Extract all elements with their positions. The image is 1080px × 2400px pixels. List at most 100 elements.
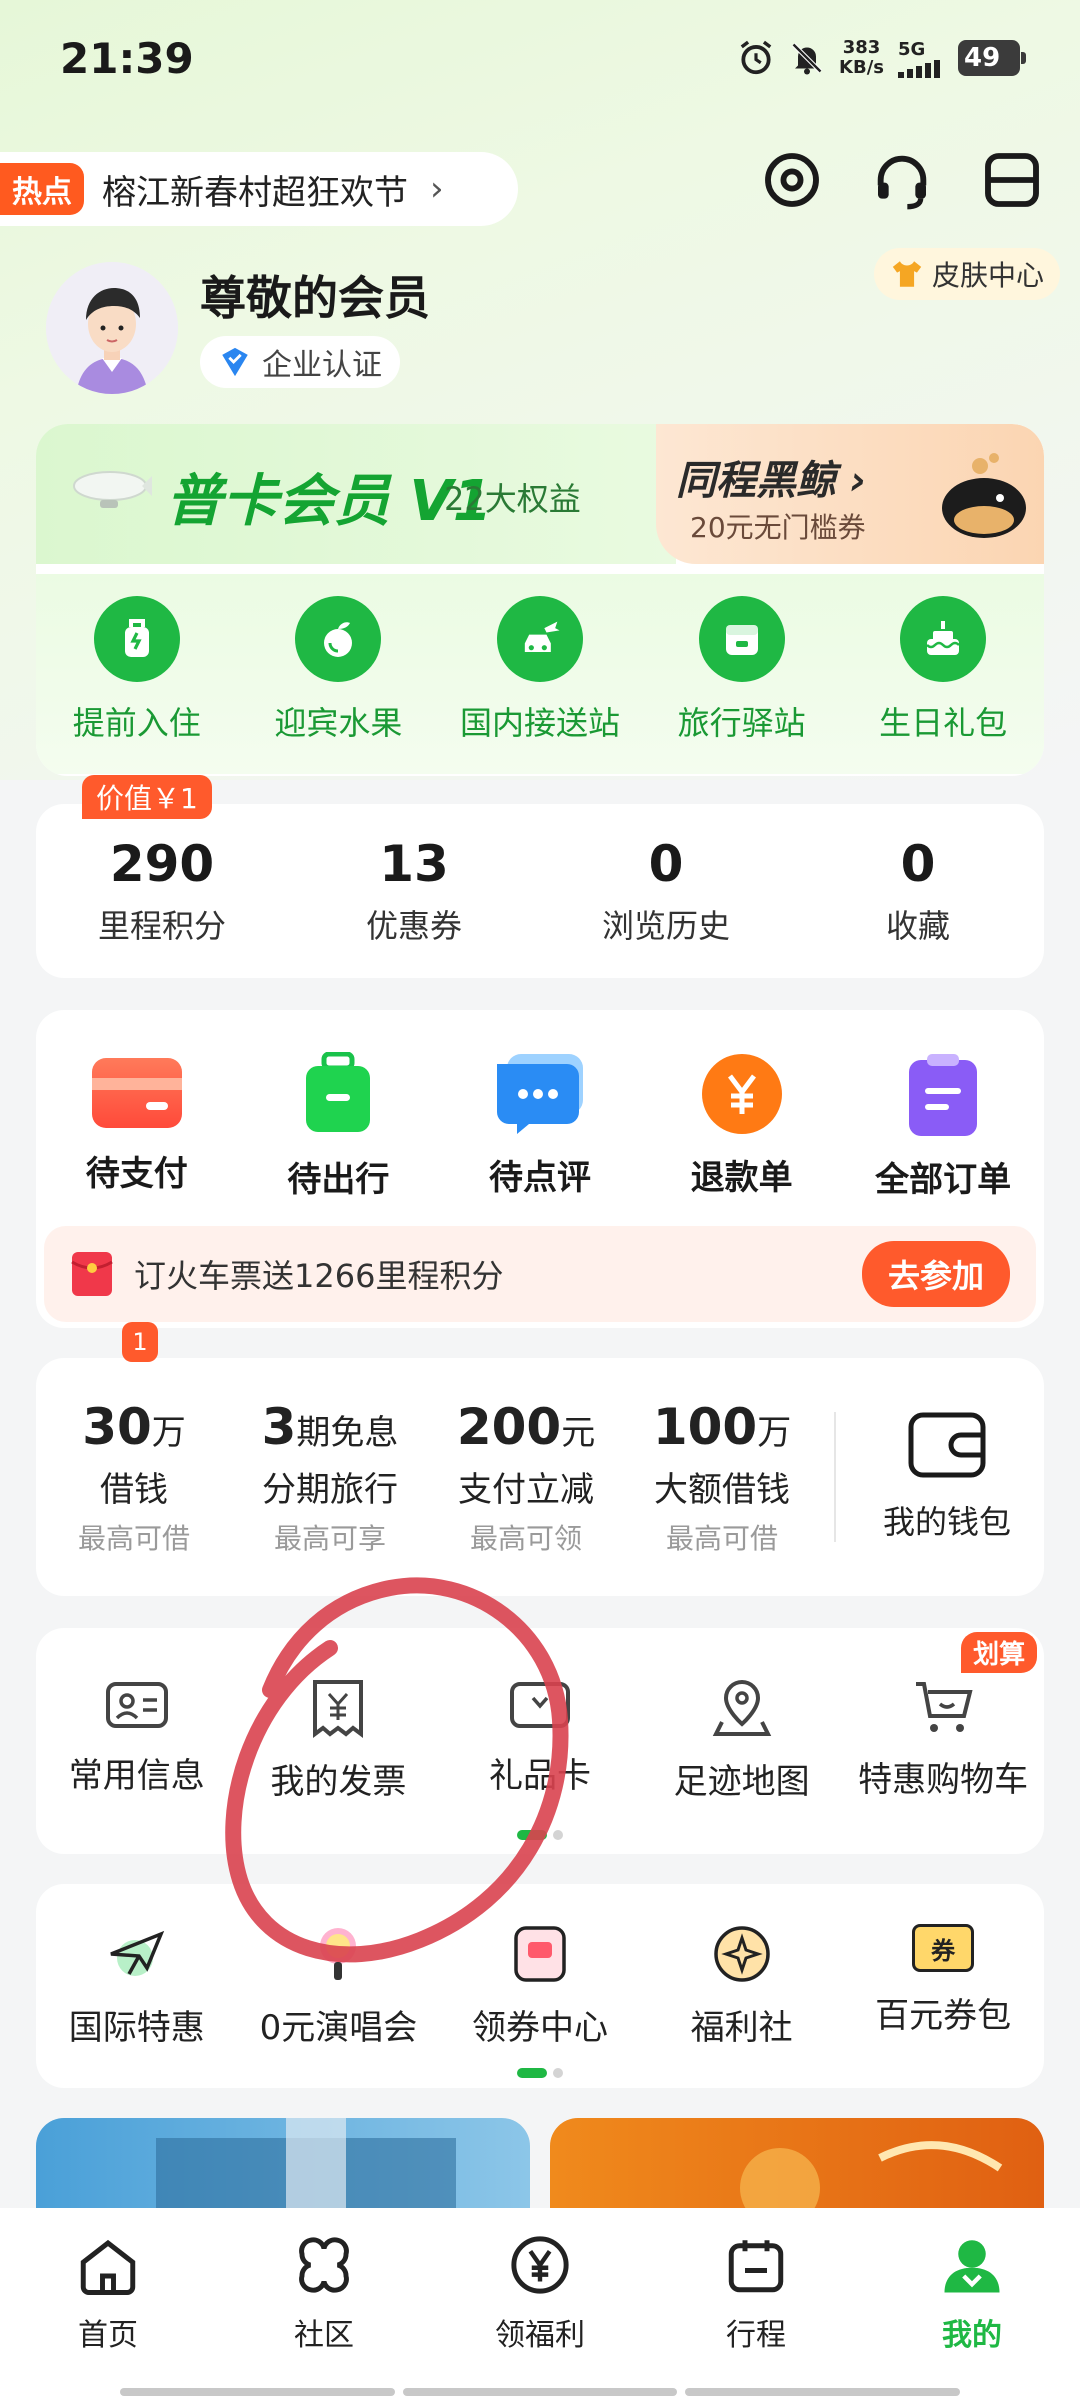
tab-benefits[interactable]: 领福利 (465, 2232, 615, 2400)
finance-large-loan[interactable]: 100万 大额借钱 最高可借 (624, 1398, 820, 1557)
tools-card: 常用信息 我的发票 礼品卡 足迹地图 划算 特惠购物车 (36, 1628, 1044, 1854)
refund-yuan-icon (701, 1054, 782, 1134)
vip-benefit-row: 提前入住 迎宾水果 国内接送站 旅行驿站 生日礼包 (36, 574, 1044, 774)
skin-center-label: 皮肤中心 (931, 259, 1044, 292)
luggage-icon (93, 596, 180, 682)
activity-coupon-pack[interactable]: 券 百元券包 (845, 1924, 1041, 2049)
stat-coupons[interactable]: 13 优惠券 (304, 835, 524, 947)
hot-text: 榕江新春村超狂欢节 (102, 172, 408, 213)
customer-service-icon[interactable] (870, 148, 934, 212)
tool-common-info[interactable]: 常用信息 (39, 1678, 235, 1803)
suitcase-icon (306, 1052, 371, 1132)
user-name: 尊敬的会员 (200, 271, 430, 325)
festival-image (740, 2141, 1003, 2218)
activity-coupon-center[interactable]: 领券中心 (442, 1924, 638, 2049)
orders-card: 待支付 待出行 待点评 退款单 全部订单 订火车票送1266里程积分 去参加 (36, 1010, 1044, 1328)
my-wallet[interactable]: 我的钱包 (850, 1411, 1044, 1543)
deal-badge: 划算 (961, 1632, 1038, 1673)
stat-history[interactable]: 0 浏览历史 (556, 835, 776, 947)
promo-text: 订火车票送1266里程积分 (134, 1257, 504, 1295)
calendar-icon (728, 2240, 784, 2293)
order-upcoming-trip[interactable]: 待出行 (243, 1052, 433, 1201)
tab-mine[interactable]: 我的 (897, 2232, 1047, 2400)
wallet-icon (908, 1412, 986, 1478)
stat-favorites[interactable]: 0 收藏 (808, 835, 1028, 947)
coupon-envelope-icon (514, 1926, 566, 1982)
invoice-icon (313, 1680, 364, 1738)
verified-icon (222, 347, 248, 377)
airship-icon (73, 471, 152, 508)
benefit-early-checkin[interactable]: 提前入住 (42, 596, 232, 774)
finance-card: 1 30万 借钱 最高可借 3期免息 分期旅行 最高可享 200元 支付立减 最… (36, 1321, 1044, 1596)
finance-borrow[interactable]: 1 30万 借钱 最高可借 (36, 1321, 232, 1557)
plane-icon (110, 1930, 164, 1976)
train-promo-banner[interactable]: 订火车票送1266里程积分 去参加 (44, 1226, 1036, 1322)
value-badge: 价值￥1 (82, 775, 212, 819)
scan-icon[interactable] (980, 148, 1044, 212)
chevron-right-icon: › (430, 169, 444, 209)
hot-badge: 热点 (0, 163, 84, 215)
avatar[interactable] (46, 262, 178, 394)
cert-label: 企业认证 (262, 348, 382, 383)
finance-installment[interactable]: 3期免息 分期旅行 最高可享 (232, 1398, 428, 1557)
order-refund[interactable]: 退款单 (647, 1052, 837, 1201)
clipboard-icon (909, 1054, 978, 1136)
status-icons: 383 KB/s 5G 49 (737, 37, 1026, 78)
tool-shopping-cart[interactable]: 划算 特惠购物车 (845, 1632, 1041, 1803)
star-coin-icon (713, 1926, 770, 1982)
page-indicator (36, 1830, 1044, 1840)
benefit-birthday-gift[interactable]: 生日礼包 (848, 596, 1038, 774)
tool-footprint-map[interactable]: 足迹地图 (644, 1678, 840, 1803)
activities-card: 国际特惠 0元演唱会 领券中心 福利社 券 百元券包 (36, 1884, 1044, 2088)
gift-card-icon (509, 1682, 570, 1728)
benefit-travel-station[interactable]: 旅行驿站 (647, 596, 837, 774)
benefit-welcome-fruit[interactable]: 迎宾水果 (243, 596, 433, 774)
activity-free-concert[interactable]: 0元演唱会 (240, 1924, 436, 2049)
station-icon (698, 596, 785, 682)
whale-icon (942, 453, 1026, 538)
signal: 5G (898, 39, 944, 78)
user-icon (944, 2240, 1000, 2293)
banner-left-image[interactable] (36, 2118, 530, 2218)
net-speed: 383 KB/s (839, 37, 884, 78)
red-envelope-icon (71, 1252, 113, 1296)
status-bar: 21:39 383 KB/s 5G 49 (0, 30, 1080, 90)
status-time: 21:39 (60, 34, 194, 83)
tool-my-invoice[interactable]: 我的发票 (240, 1678, 436, 1803)
black-whale-title[interactable]: 同程黑鲸 › (676, 448, 866, 506)
page-indicator (36, 2068, 1044, 2078)
vip-title: 普卡会员 V1 (166, 469, 492, 534)
finance-pay-discount[interactable]: 200元 支付立减 最高可领 (428, 1398, 624, 1557)
cake-icon (900, 596, 987, 682)
vip-card[interactable]: 普卡会员 V1 22大权益 同程黑鲸 › 20元无门槛券 提前入住 迎宾水果 国… (36, 424, 1044, 776)
banner-right-image[interactable] (550, 2118, 1044, 2218)
stat-miles[interactable]: 价值￥1 290 里程积分 (52, 775, 272, 947)
ticket-icon: 券 (912, 1924, 975, 1972)
settings-icon[interactable] (760, 148, 824, 212)
skin-center-button[interactable]: 皮肤中心 (873, 248, 1060, 300)
card-icon (91, 1058, 182, 1128)
tool-gift-card[interactable]: 礼品卡 (442, 1678, 638, 1803)
gesture-bar (120, 2388, 961, 2396)
activity-international[interactable]: 国际特惠 (39, 1924, 235, 2049)
benefit-transfer[interactable]: 国内接送站 (445, 596, 635, 774)
enterprise-cert-button[interactable]: 企业认证 (200, 336, 400, 388)
map-pin-icon (712, 1679, 771, 1736)
join-button[interactable]: 去参加 (861, 1241, 1010, 1307)
divider (834, 1412, 836, 1542)
battery-icon: 49 (958, 40, 1026, 76)
vip-benefits[interactable]: 22大权益 (444, 474, 581, 520)
tab-home[interactable]: 首页 (33, 2232, 183, 2400)
order-pending-payment[interactable]: 待支付 (42, 1052, 232, 1201)
order-pending-review[interactable]: 待点评 (445, 1052, 635, 1201)
tab-itinerary[interactable]: 行程 (681, 2232, 831, 2400)
activity-welfare-club[interactable]: 福利社 (644, 1924, 840, 2049)
notification-badge: 1 (122, 1321, 158, 1362)
order-all[interactable]: 全部订单 (848, 1052, 1038, 1201)
hot-topic-banner[interactable]: 热点 榕江新春村超狂欢节 › (0, 152, 518, 226)
shirt-icon (892, 261, 922, 287)
id-card-icon (105, 1682, 168, 1728)
stats-card: 价值￥1 290 里程积分 13 优惠券 0 浏览历史 0 收藏 (36, 775, 1044, 978)
bottom-tab-bar: 首页 社区 领福利 行程 我的 (0, 2208, 1080, 2400)
tab-community[interactable]: 社区 (249, 2232, 399, 2400)
